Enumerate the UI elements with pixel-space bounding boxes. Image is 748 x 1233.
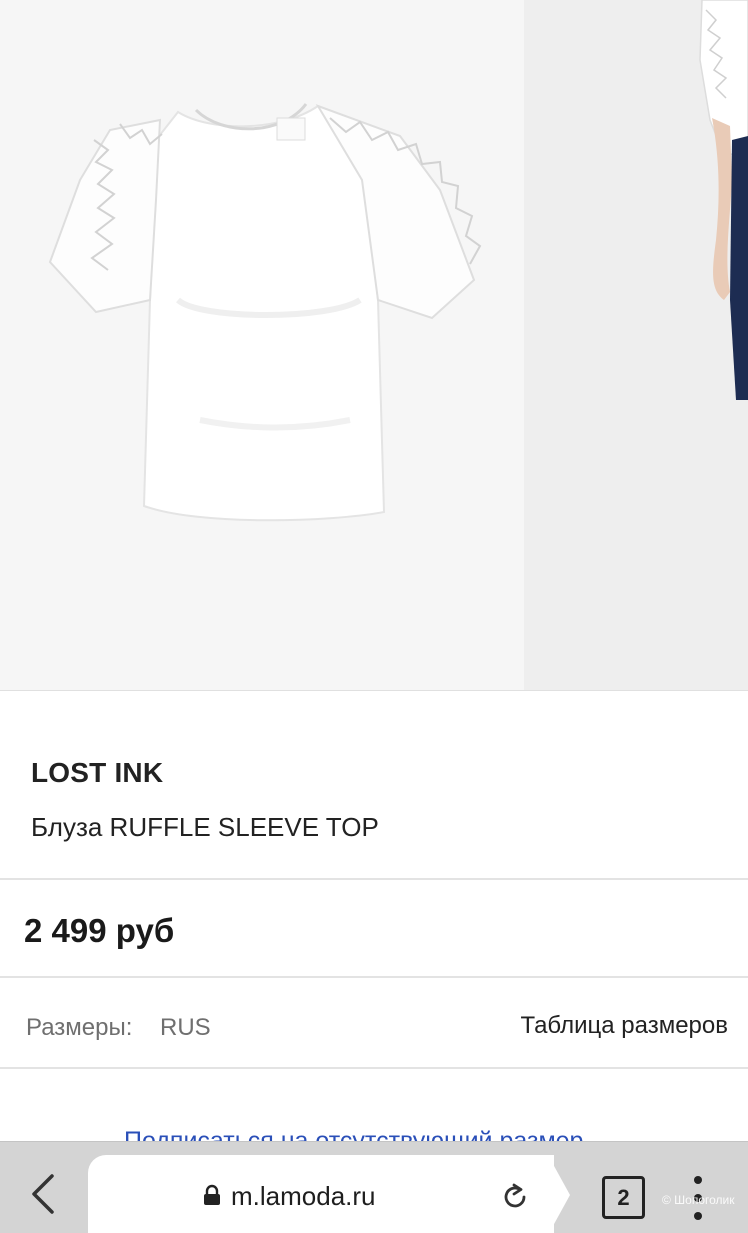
size-system-value[interactable]: RUS [160,1014,211,1042]
product-photo-main[interactable] [0,0,524,690]
size-chart-link[interactable]: Таблица размеров [521,1012,729,1040]
sizes-label: Размеры: [26,1014,133,1041]
product-price: 2 499 руб [24,912,175,949]
subscribe-missing-size-link[interactable]: Подписаться на отсутствующий размер [124,1127,583,1141]
blouse-image [0,0,524,690]
size-row: Размеры: RUS Таблица размеров [0,978,748,1066]
reload-icon[interactable] [500,1182,530,1212]
url-text[interactable]: m.lamoda.ru [231,1181,376,1212]
price-row: 2 499 руб [0,880,748,976]
product-photo-next[interactable] [524,0,748,690]
browser-toolbar: m.lamoda.ru 2 © Шопоголик [0,1141,748,1233]
tabs-button[interactable]: 2 [602,1176,645,1219]
dot-icon [694,1212,702,1220]
address-bar-tip [548,1155,570,1233]
subscribe-row: Подписаться на отсутствующий размер [0,1069,748,1141]
back-button[interactable] [22,1172,66,1216]
product-gallery[interactable] [0,0,748,690]
product-info: LOST INK Блуза RUFFLE SLEEVE TOP [0,691,748,878]
lock-icon [204,1184,220,1205]
model-image [524,0,748,690]
watermark: © Шопоголик [662,1193,735,1207]
brand-name[interactable]: LOST INK [31,757,163,789]
product-title: Блуза RUFFLE SLEEVE TOP [31,812,379,842]
chevron-left-icon [32,1174,54,1214]
dot-icon [694,1176,702,1184]
address-bar[interactable]: m.lamoda.ru [88,1155,554,1233]
